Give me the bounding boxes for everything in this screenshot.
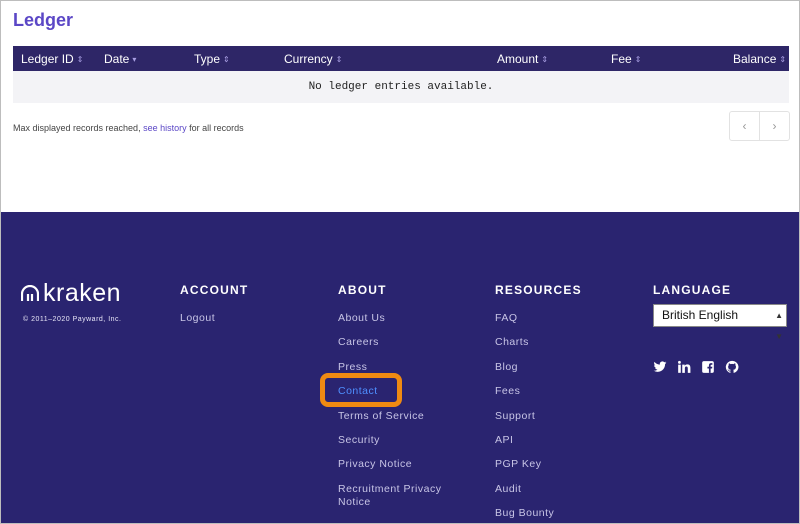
about-heading: ABOUT bbox=[338, 283, 387, 297]
column-balance[interactable]: Balance ⇕ bbox=[733, 52, 786, 66]
footer-link-support[interactable]: Support bbox=[495, 410, 554, 434]
column-type[interactable]: Type ⇕ bbox=[194, 52, 230, 66]
next-page-button[interactable]: › bbox=[759, 112, 789, 140]
max-records-note: Max displayed records reached, see histo… bbox=[13, 123, 244, 133]
footer-link-charts[interactable]: Charts bbox=[495, 336, 554, 360]
footer-link-terms[interactable]: Terms of Service bbox=[338, 410, 468, 434]
footer-link-privacy[interactable]: Privacy Notice bbox=[338, 458, 468, 482]
language-heading: LANGUAGE bbox=[653, 283, 732, 297]
ledger-table-header: Ledger ID ⇕ Date ▾ Type ⇕ Currency ⇕ Amount ⇕… bbox=[13, 46, 789, 71]
footer-link-pgp-key[interactable]: PGP Key bbox=[495, 458, 554, 482]
footer-link-logout[interactable]: Logout bbox=[180, 312, 215, 336]
sort-icon: ⇕ bbox=[76, 55, 84, 64]
footer-link-api[interactable]: API bbox=[495, 434, 554, 458]
footer-link-audit[interactable]: Audit bbox=[495, 483, 554, 507]
contact-highlight-annotation bbox=[320, 373, 402, 407]
linkedin-icon[interactable] bbox=[677, 360, 691, 374]
account-links: Logout bbox=[180, 312, 215, 336]
language-selected-value: British English bbox=[662, 308, 739, 322]
column-currency[interactable]: Currency ⇕ bbox=[284, 52, 342, 66]
pagination: ‹ › bbox=[729, 111, 790, 141]
sort-desc-icon: ▾ bbox=[132, 55, 137, 64]
account-heading: ACCOUNT bbox=[180, 283, 249, 297]
footer-link-about-us[interactable]: About Us bbox=[338, 312, 468, 336]
footer-link-blog[interactable]: Blog bbox=[495, 361, 554, 385]
resources-links: FAQ Charts Blog Fees Support API PGP Key… bbox=[495, 312, 554, 523]
about-links: About Us Careers Press Contact Terms of … bbox=[338, 312, 468, 519]
page-frame: Ledger Ledger ID ⇕ Date ▾ Type ⇕ Currency ⇕ … bbox=[0, 0, 800, 524]
page-title: Ledger bbox=[13, 10, 74, 30]
facebook-icon[interactable] bbox=[701, 360, 715, 374]
column-ledger-id[interactable]: Ledger ID ⇕ bbox=[21, 52, 83, 66]
twitter-icon[interactable] bbox=[653, 360, 667, 374]
footer-link-faq[interactable]: FAQ bbox=[495, 312, 554, 336]
sort-icon: ⇕ bbox=[634, 55, 642, 64]
footer-link-bug-bounty[interactable]: Bug Bounty bbox=[495, 507, 554, 523]
footer-link-security[interactable]: Security bbox=[338, 434, 468, 458]
prev-page-button[interactable]: ‹ bbox=[730, 112, 759, 140]
see-history-link[interactable]: see history bbox=[143, 123, 187, 133]
kraken-logo-icon bbox=[21, 285, 39, 301]
column-fee[interactable]: Fee ⇕ bbox=[611, 52, 641, 66]
language-select[interactable]: British English ▲ ▼ bbox=[653, 304, 787, 341]
sort-icon: ⇕ bbox=[541, 55, 549, 64]
github-icon[interactable] bbox=[725, 360, 739, 374]
resources-heading: RESOURCES bbox=[495, 283, 582, 297]
footer-link-recruitment-privacy[interactable]: Recruitment Privacy Notice bbox=[338, 483, 468, 519]
sort-icon: ⇕ bbox=[223, 55, 230, 64]
select-arrows-icon: ▲ ▼ bbox=[775, 311, 783, 341]
sort-icon: ⇕ bbox=[779, 55, 787, 64]
kraken-logo[interactable]: kraken bbox=[21, 281, 121, 306]
copyright: © 2011–2020 Payward, Inc. bbox=[23, 316, 122, 323]
empty-table-message: No ledger entries available. bbox=[13, 71, 789, 103]
column-date[interactable]: Date ▾ bbox=[104, 52, 136, 66]
column-amount[interactable]: Amount ⇕ bbox=[497, 52, 548, 66]
brand-name: kraken bbox=[43, 279, 122, 307]
sort-icon: ⇕ bbox=[335, 55, 343, 64]
social-links bbox=[653, 360, 739, 374]
footer-link-fees[interactable]: Fees bbox=[495, 385, 554, 409]
footer-link-careers[interactable]: Careers bbox=[338, 336, 468, 360]
